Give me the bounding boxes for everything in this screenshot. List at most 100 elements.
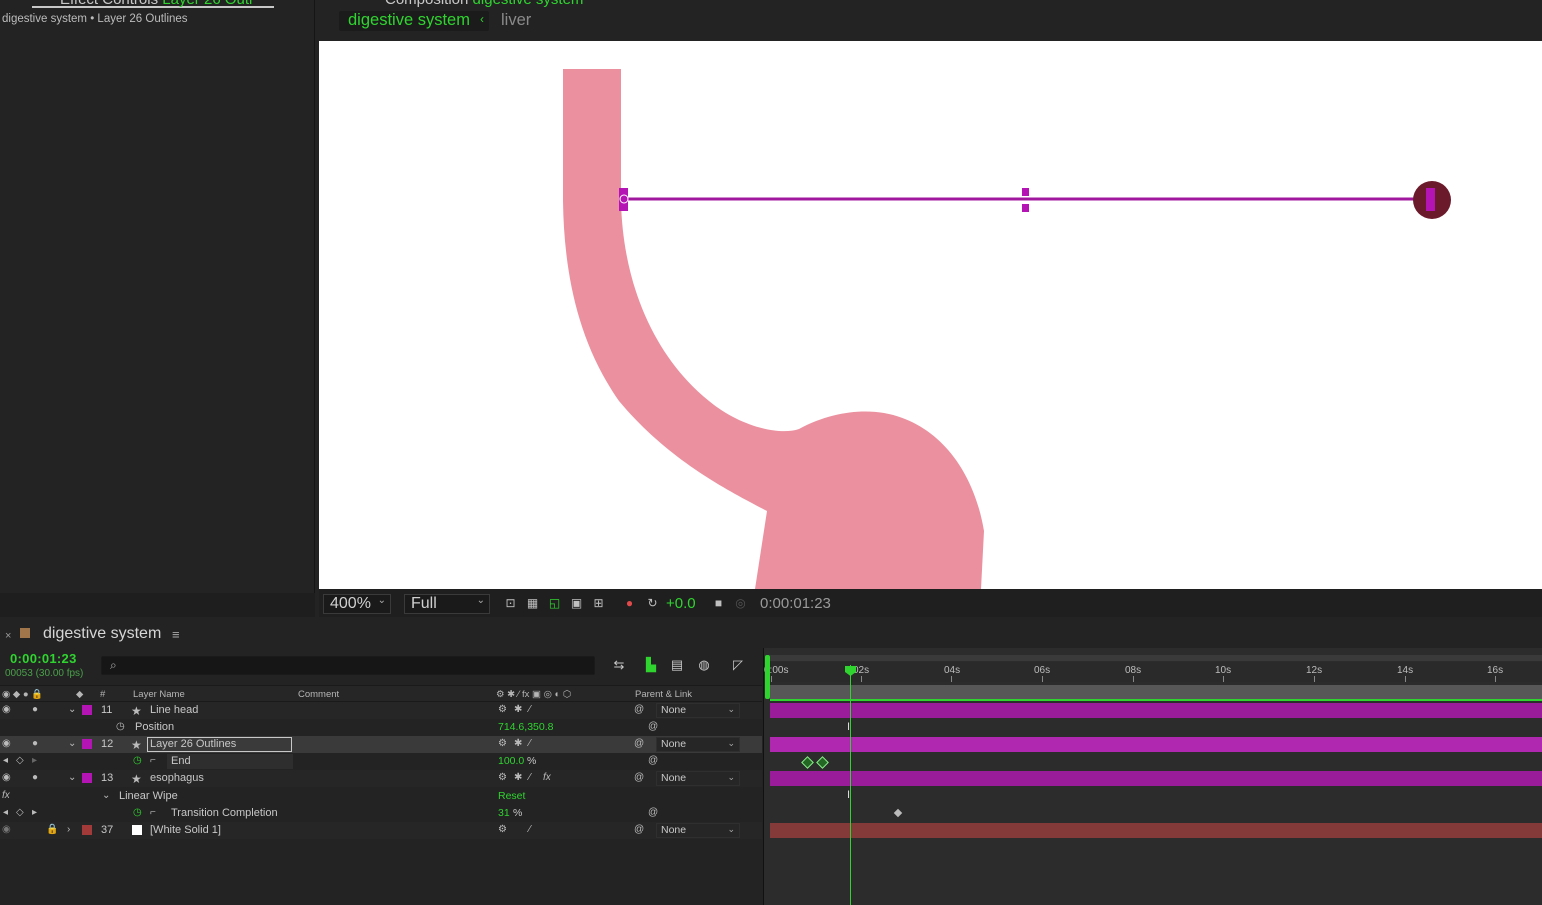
snapshot-camera-icon[interactable]: ■	[712, 597, 725, 609]
eye-icon[interactable]: ◉	[2, 738, 11, 749]
fx-icon[interactable]: fx	[543, 772, 551, 783]
current-time-display[interactable]: 0:00:01:23	[10, 651, 77, 666]
close-icon[interactable]: ×	[5, 630, 11, 642]
collapse-icon[interactable]: ✱	[514, 738, 522, 749]
motion-blur-icon[interactable]: ◍	[696, 657, 712, 673]
lock-icon[interactable]: 🔒	[46, 824, 58, 835]
layer-bar-13[interactable]	[770, 771, 1542, 786]
region-of-interest-icon[interactable]: ▣	[570, 597, 583, 609]
layer-row-13[interactable]: ◉ ● ⌄ 13 ★ esophagus ⚙ ✱ ⁄ fx @ None ⌄	[0, 770, 762, 787]
layer-color-swatch[interactable]	[82, 739, 92, 749]
chevron-right-icon[interactable]: ›	[67, 824, 70, 835]
layer-color-swatch[interactable]	[82, 705, 92, 715]
layer-row-11[interactable]: ◉ ● ⌄ 11 ★ Line head ⚙ ✱ ⁄ @ None ⌄	[0, 702, 762, 719]
solo-icon[interactable]: ●	[32, 738, 38, 749]
chevron-down-icon[interactable]: ⌄	[102, 790, 110, 801]
layer-bar-37[interactable]	[770, 823, 1542, 838]
composition-viewer[interactable]	[319, 41, 1542, 589]
solo-icon[interactable]: ●	[32, 772, 38, 783]
prop-row-end[interactable]: ◂ ◇ ▸ ◷ ⌐ End 100.0 % @	[0, 753, 762, 770]
quality-icon[interactable]: ⁄	[529, 824, 531, 835]
breadcrumb-liver[interactable]: liver	[501, 11, 531, 30]
quality-icon[interactable]: ⁄	[529, 738, 531, 749]
color-channel-icon[interactable]: ●	[623, 597, 636, 609]
parent-select[interactable]: None ⌄	[656, 737, 740, 752]
graph-icon[interactable]: ⌐	[150, 807, 156, 818]
next-keyframe-icon[interactable]: ▸	[32, 755, 37, 766]
comp-flowchart-icon[interactable]: ⇆	[611, 657, 627, 673]
graph-icon[interactable]: ⌐	[150, 755, 156, 766]
panel-menu-icon[interactable]: ≡	[172, 627, 180, 642]
eye-icon[interactable]: ◉	[2, 772, 11, 783]
prop-row-transition-completion[interactable]: ◂ ◇ ▸ ◷ ⌐ Transition Completion 31 % @	[0, 805, 762, 822]
prop-row-position[interactable]: ◷ Position 714.6,350.8 @	[0, 719, 762, 736]
eye-icon[interactable]: ◉	[2, 704, 11, 715]
stopwatch-icon[interactable]: ◷	[133, 807, 142, 818]
layer-row-37[interactable]: ◉ 🔒 › 37 [White Solid 1] ⚙ ⁄ @ None ⌄	[0, 822, 762, 839]
mask-visibility-icon[interactable]: ◱	[548, 597, 561, 609]
shy-icon[interactable]: ⚙	[498, 738, 507, 749]
transparency-grid-icon[interactable]: ▦	[526, 597, 539, 609]
eye-icon[interactable]: ◉	[2, 824, 11, 835]
solo-icon[interactable]: ●	[32, 704, 38, 715]
col-comment[interactable]: Comment	[298, 689, 339, 700]
pickwhip-icon[interactable]: @	[634, 738, 644, 749]
layer-color-swatch[interactable]	[82, 773, 92, 783]
layer-row-12[interactable]: ◉ ● ⌄ 12 ★ Layer 26 Outlines ⚙ ✱ ⁄ @ Non…	[0, 736, 762, 753]
breadcrumb-digestive-system[interactable]: digestive system ‹	[339, 11, 489, 31]
layer-name[interactable]: esophagus	[150, 772, 204, 784]
work-area-bar[interactable]	[770, 655, 1542, 661]
shy-icon[interactable]: ⚙	[498, 772, 507, 783]
layer-color-swatch[interactable]	[82, 825, 92, 835]
effect-controls-tab[interactable]: Effect Controls Layer 26 Outl	[0, 0, 315, 10]
zoom-select[interactable]: 400% ⌄	[323, 594, 391, 614]
resolution-select[interactable]: Full ⌄	[404, 594, 490, 614]
line-mid-handle-top[interactable]	[1022, 188, 1029, 196]
composition-tab-label[interactable]: Composition digestive system	[385, 0, 583, 8]
timeline-comp-name[interactable]: digestive system	[43, 625, 161, 643]
end-value[interactable]: 100.0	[498, 755, 524, 767]
reset-exposure-icon[interactable]: ↻	[646, 597, 659, 609]
parent-select[interactable]: None ⌄	[656, 703, 740, 718]
stopwatch-icon[interactable]: ◷	[133, 755, 142, 766]
quality-icon[interactable]: ⁄	[529, 772, 531, 783]
col-parent[interactable]: Parent & Link	[635, 689, 692, 700]
effect-row-linear-wipe[interactable]: fx ⌄ Linear Wipe Reset	[0, 788, 762, 805]
pickwhip-icon[interactable]: @	[634, 704, 644, 715]
position-value[interactable]: 714.6,350.8	[498, 721, 553, 733]
exposure-value[interactable]: +0.0	[666, 595, 696, 612]
pickwhip-icon[interactable]: @	[648, 755, 658, 766]
layer-name[interactable]: Line head	[150, 704, 198, 716]
parent-select[interactable]: None ⌄	[656, 823, 740, 838]
chevron-down-icon[interactable]: ⌄	[68, 704, 76, 715]
line-mid-handle-bottom[interactable]	[1022, 204, 1029, 212]
layer-search-input[interactable]	[101, 656, 595, 675]
effect-reset-link[interactable]: Reset	[498, 790, 525, 802]
show-snapshot-icon[interactable]: ◎	[734, 597, 747, 609]
chevron-down-icon[interactable]: ⌄	[68, 738, 76, 749]
stopwatch-icon[interactable]: ◷	[116, 721, 125, 732]
pickwhip-icon[interactable]: @	[648, 721, 658, 732]
next-keyframe-icon[interactable]: ▸	[32, 807, 37, 818]
frame-blending-icon[interactable]: ▤	[669, 657, 685, 673]
parent-select[interactable]: None ⌄	[656, 771, 740, 786]
viewer-timecode[interactable]: 0:00:01:23	[760, 595, 831, 612]
shy-icon[interactable]: ⚙	[498, 824, 507, 835]
draft-3d-icon[interactable]: ▙	[643, 657, 659, 673]
fast-previews-icon[interactable]: ⊡	[504, 597, 517, 609]
transition-value[interactable]: 31	[498, 807, 510, 819]
graph-editor-icon[interactable]: ◸	[730, 657, 746, 673]
fx-toggle-icon[interactable]: fx	[2, 790, 10, 801]
add-keyframe-icon[interactable]: ◇	[16, 755, 24, 766]
pickwhip-icon[interactable]: @	[634, 824, 644, 835]
chevron-down-icon[interactable]: ⌄	[68, 772, 76, 783]
layer-bar-11[interactable]	[770, 703, 1542, 718]
collapse-icon[interactable]: ✱	[514, 704, 522, 715]
shy-icon[interactable]: ⚙	[498, 704, 507, 715]
layer-bar-12[interactable]	[770, 737, 1542, 752]
layer-name-edit-field[interactable]: Layer 26 Outlines	[147, 737, 292, 752]
add-keyframe-icon[interactable]: ◇	[16, 807, 24, 818]
layer-name[interactable]: [White Solid 1]	[150, 824, 221, 836]
line-end-handle[interactable]	[1426, 188, 1435, 211]
grid-guides-icon[interactable]: ⊞	[592, 597, 605, 609]
